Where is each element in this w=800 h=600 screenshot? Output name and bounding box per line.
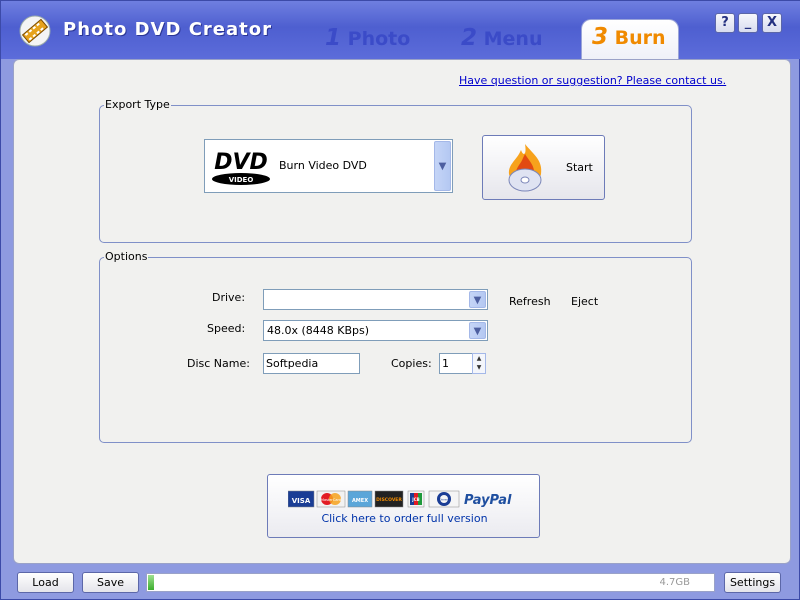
tab-photo-number: 1 (325, 25, 342, 51)
spin-up-icon[interactable]: ▲ (473, 354, 485, 363)
export-type-legend: Export Type (104, 98, 171, 111)
app-title: Photo DVD Creator (63, 19, 272, 40)
save-button[interactable]: Save (82, 572, 139, 593)
tab-menu-number: 2 (461, 25, 478, 51)
drive-label: Drive: (212, 291, 246, 304)
dvd-video-logo-icon: DVD VIDEO (209, 143, 273, 189)
refresh-button[interactable]: Refresh (509, 295, 551, 308)
tab-burn-number: 3 (592, 24, 609, 50)
dvd-logo-subtext: VIDEO (229, 176, 254, 184)
tab-menu-label: Menu (483, 28, 543, 50)
tab-photo[interactable]: 1 Photo (325, 25, 410, 55)
chevron-down-icon[interactable]: ▼ (469, 291, 486, 308)
card-mastercard: MasterCard (321, 498, 341, 502)
capacity-fill (148, 575, 154, 590)
order-button-label: Click here to order full version (321, 512, 488, 525)
start-button-label: Start (566, 161, 593, 174)
disc-capacity-bar: 4.7GB (146, 573, 715, 592)
order-full-version-button[interactable]: VISA MasterCard AMEX DISCOVER JCB Diners… (267, 474, 540, 538)
export-type-group: Export Type DVD VIDEO Burn Video DVD ▼ S… (99, 98, 692, 243)
burn-panel: Have question or suggestion? Please cont… (13, 59, 791, 564)
settings-button[interactable]: Settings (724, 572, 781, 593)
start-button[interactable]: Start (482, 135, 605, 200)
tab-photo-label: Photo (347, 28, 411, 50)
disc-name-label: Disc Name: (187, 357, 250, 370)
capacity-text: 4.7GB (659, 577, 690, 588)
help-button[interactable]: ? (715, 13, 735, 33)
title-bar: Photo DVD Creator 1 Photo 2 Menu 3 Burn … (1, 1, 800, 61)
copies-input[interactable]: 1 (439, 353, 473, 374)
card-discover: DISCOVER (376, 497, 402, 503)
speed-select[interactable]: 48.0x (8448 KBps) ▼ (263, 320, 488, 341)
drive-select[interactable]: ▼ (263, 289, 488, 310)
tab-burn-label: Burn (614, 27, 666, 49)
card-diners: Diners (439, 498, 449, 502)
close-button[interactable]: X (762, 13, 782, 33)
tab-menu[interactable]: 2 Menu (461, 25, 543, 55)
payment-cards-icon: VISA MasterCard AMEX DISCOVER JCB Diners… (288, 490, 512, 508)
speed-label: Speed: (207, 322, 246, 335)
copies-stepper[interactable]: ▲ ▼ (472, 353, 486, 374)
speed-value: 48.0x (8448 KBps) (267, 324, 370, 337)
card-paypal: PayPal (464, 493, 512, 508)
film-strip-pencil-icon (19, 15, 51, 47)
card-amex: AMEX (352, 498, 368, 504)
eject-button[interactable]: Eject (571, 295, 598, 308)
tab-burn[interactable]: 3 Burn (581, 19, 679, 61)
card-visa: VISA (292, 497, 311, 505)
options-group: Options Drive: ▼ Refresh Eject Speed: 48… (99, 250, 692, 443)
copies-label: Copies: (391, 357, 432, 370)
export-type-value: Burn Video DVD (279, 159, 367, 172)
options-legend: Options (104, 250, 149, 263)
minimize-button[interactable]: _ (738, 13, 758, 33)
spin-down-icon[interactable]: ▼ (473, 363, 485, 372)
contact-link[interactable]: Have question or suggestion? Please cont… (459, 74, 726, 87)
card-jcb: JCB (411, 497, 419, 502)
disc-name-input[interactable]: Softpedia (263, 353, 360, 374)
export-type-select[interactable]: DVD VIDEO Burn Video DVD ▼ (204, 139, 453, 193)
app-window: Photo DVD Creator 1 Photo 2 Menu 3 Burn … (0, 0, 800, 600)
burning-disc-icon (508, 144, 542, 192)
chevron-down-icon[interactable]: ▼ (469, 322, 486, 339)
chevron-down-icon[interactable]: ▼ (434, 141, 451, 191)
load-button[interactable]: Load (17, 572, 74, 593)
dvd-logo-text: DVD (214, 150, 268, 175)
